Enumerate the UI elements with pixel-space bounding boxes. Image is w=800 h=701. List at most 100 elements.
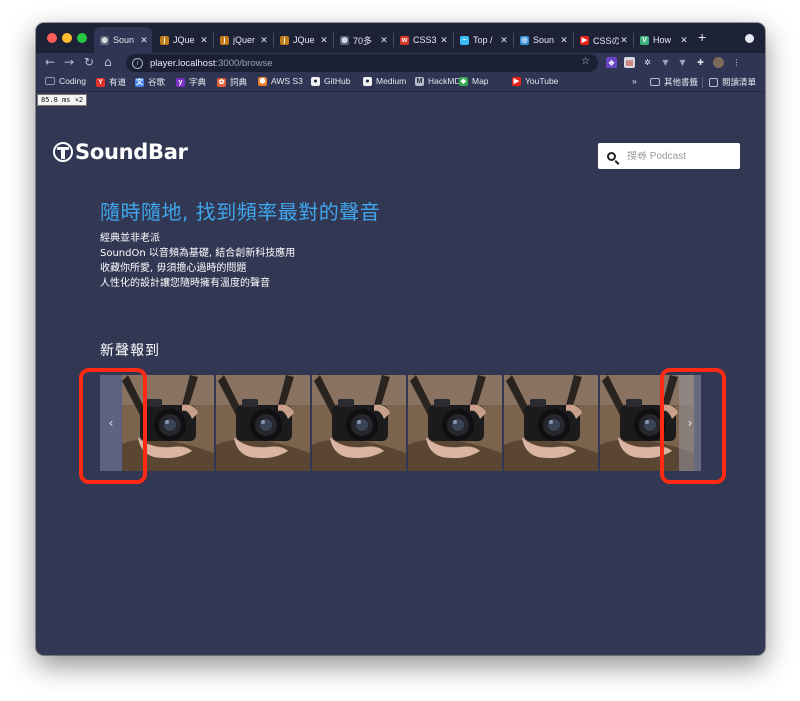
- profile-icon[interactable]: [745, 34, 754, 43]
- bookmarks-bar: Coding Y 有道文谷歌 y 字典 ✿ 詞典 ⬢ AWS S3 ● GitHub ● Medium M…: [36, 73, 765, 92]
- tab-separator: [573, 33, 574, 47]
- logo-icon: [53, 142, 73, 162]
- browser-tab[interactable]: ◎ Soun ✕: [514, 27, 572, 53]
- site-info-icon[interactable]: i: [132, 57, 143, 69]
- tab-separator: [213, 33, 214, 47]
- bookmark-label: Coding: [59, 76, 86, 86]
- tailwind-icon: ~: [460, 35, 469, 45]
- folder-icon: [650, 78, 660, 86]
- browser-tab[interactable]: ◍ 70多 ✕: [334, 27, 392, 53]
- annotation-highlight: [79, 368, 147, 484]
- medium-icon: ●: [363, 76, 372, 86]
- bookmark-item[interactable]: 文谷歌: [135, 76, 165, 88]
- podcast-card[interactable]: [408, 375, 502, 471]
- bookmark-item[interactable]: ⬢ AWS S3: [258, 76, 303, 86]
- bookmark-star-icon[interactable]: ☆: [581, 56, 590, 67]
- tab-bar: ◍ Soun ✕ j JQue ✕ j jQuer ✕ j JQue ✕ ◍ 70多 ✕ w CSS3 ✕ ~ Top…: [36, 23, 765, 53]
- vue-devtools-icon[interactable]: ▼: [677, 57, 688, 68]
- globe-icon: ◍: [100, 35, 109, 45]
- bookmark-item[interactable]: ◆ Map: [459, 76, 489, 86]
- browser-tab[interactable]: j jQuer ✕: [214, 27, 272, 53]
- browser-tab[interactable]: ▶ CSSの ✕: [574, 27, 632, 53]
- browser-tab[interactable]: j JQue ✕: [154, 27, 212, 53]
- hero-description: 經典並非老派 SoundOn 以音頻為基礎, 結合創新科技應用 收藏你所愛, 毋…: [100, 231, 295, 291]
- github-icon: ●: [311, 76, 320, 86]
- vuetify-icon: V: [640, 35, 649, 45]
- section-title: 新聲報到: [100, 343, 160, 359]
- menu-kebab-icon[interactable]: ⋮: [731, 57, 742, 68]
- close-tab-icon[interactable]: ✕: [439, 35, 449, 46]
- bookmark-item[interactable]: ● GitHub: [311, 76, 350, 86]
- jquery-icon: j: [280, 35, 289, 45]
- vue-devtools-icon[interactable]: ▼: [660, 57, 671, 68]
- tab-title: jQuer: [233, 35, 256, 45]
- back-icon[interactable]: ←: [45, 55, 55, 69]
- close-tab-icon[interactable]: ✕: [259, 35, 269, 46]
- close-tab-icon[interactable]: ✕: [379, 35, 389, 46]
- podcast-carousel: [100, 375, 701, 471]
- bookmark-item[interactable]: ● Medium: [363, 76, 406, 86]
- zoom-window-button[interactable]: [77, 33, 87, 43]
- forward-icon[interactable]: →: [64, 55, 74, 69]
- other-bookmarks[interactable]: 其他書籤: [650, 76, 698, 88]
- search-input[interactable]: [627, 150, 732, 162]
- minimize-window-button[interactable]: [62, 33, 72, 43]
- close-tab-icon[interactable]: ✕: [499, 35, 509, 46]
- search-icon: [607, 151, 616, 161]
- new-tab-button[interactable]: +: [698, 29, 706, 45]
- reload-icon[interactable]: ↻: [84, 55, 94, 69]
- tab-title: CSS3: [413, 35, 437, 45]
- bookmark-label: HackMD: [428, 76, 461, 86]
- tab-title: 70多: [353, 35, 373, 46]
- url-host: player.localhost: [150, 57, 216, 69]
- browser-tab[interactable]: j JQue ✕: [274, 27, 332, 53]
- close-tab-icon[interactable]: ✕: [559, 35, 569, 46]
- close-window-button[interactable]: [47, 33, 57, 43]
- close-tab-icon[interactable]: ✕: [319, 35, 329, 46]
- youtube-icon: ▶: [512, 76, 521, 86]
- bookmark-item[interactable]: Coding: [45, 76, 86, 86]
- close-tab-icon[interactable]: ✕: [619, 35, 629, 46]
- reading-list[interactable]: 閱讀清單: [709, 76, 756, 88]
- podcast-card[interactable]: [216, 375, 310, 471]
- close-tab-icon[interactable]: ✕: [679, 35, 689, 46]
- extension-icon[interactable]: ▤: [624, 57, 635, 68]
- reading-list-label: 閱讀清單: [722, 77, 757, 87]
- page-content: 85.8 ms ×2 SoundBar 隨時隨地, 找到頻率最對的聲音 經典並非…: [36, 92, 765, 655]
- bookmark-item[interactable]: ✿ 詞典: [217, 76, 247, 88]
- browser-tab[interactable]: ~ Top / ✕: [454, 27, 512, 53]
- podcast-card[interactable]: [312, 375, 406, 471]
- close-tab-icon[interactable]: ✕: [199, 35, 209, 46]
- browser-tab[interactable]: V How ✕: [634, 27, 692, 53]
- podcast-card[interactable]: [504, 375, 598, 471]
- bookmarks-overflow-button[interactable]: »: [632, 76, 637, 86]
- bookmark-item[interactable]: ▶ YouTube: [512, 76, 558, 86]
- tab-separator: [273, 33, 274, 47]
- bookmark-label: 有道: [109, 77, 127, 87]
- bookmark-label: AWS S3: [271, 76, 303, 86]
- avatar[interactable]: [713, 57, 724, 68]
- bookmark-label: Medium: [376, 76, 407, 86]
- bookmark-separator: [702, 77, 703, 88]
- address-bar[interactable]: i player.localhost:3000/browse ☆: [126, 54, 598, 72]
- other-bookmarks-label: 其他書籤: [664, 77, 699, 87]
- hero-line: 收藏你所愛, 毋須擔心過時的問題: [100, 263, 247, 274]
- bookmark-item[interactable]: y 字典: [176, 76, 206, 88]
- hero-headline: 隨時隨地, 找到頻率最對的聲音: [100, 200, 381, 224]
- extension-icon[interactable]: ✲: [642, 57, 653, 68]
- url-path: :3000/browse: [215, 57, 273, 69]
- extension-icon[interactable]: ◆: [606, 57, 617, 68]
- close-tab-icon[interactable]: ✕: [139, 35, 149, 46]
- home-icon[interactable]: ⌂: [104, 55, 112, 69]
- bookmark-item[interactable]: M HackMD: [415, 76, 461, 86]
- bookmark-item[interactable]: Y 有道: [96, 76, 126, 88]
- bookmark-label: GitHub: [324, 76, 351, 86]
- map-pin-icon: ◆: [459, 76, 468, 86]
- browser-tab[interactable]: ◍ Soun ✕: [94, 27, 152, 53]
- globe-icon: ◍: [340, 35, 349, 45]
- logo[interactable]: SoundBar: [53, 140, 188, 164]
- search-box[interactable]: [598, 143, 740, 169]
- extensions-puzzle-icon[interactable]: ✚: [695, 57, 706, 68]
- browser-tab[interactable]: w CSS3 ✕: [394, 27, 452, 53]
- tab-title: Top /: [473, 35, 493, 45]
